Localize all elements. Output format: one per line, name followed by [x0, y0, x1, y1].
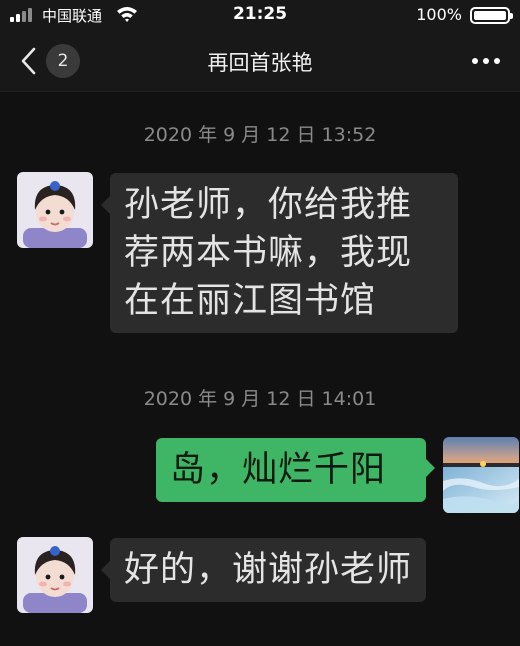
contact-avatar[interactable] [17, 172, 93, 248]
battery-percentage: 100% [416, 5, 462, 24]
message-timestamp: 2020 年 9 月 12 日 14:01 [143, 388, 377, 410]
sunset-landscape-icon [443, 437, 519, 513]
child-avatar-icon [17, 537, 93, 613]
child-avatar-icon [17, 172, 93, 248]
message-timestamp: 2020 年 9 月 12 日 13:52 [143, 124, 377, 146]
contact-avatar[interactable] [17, 537, 93, 613]
more-options-icon[interactable] [472, 50, 502, 70]
incoming-message-bubble[interactable]: 好的，谢谢孙老师 [100, 538, 427, 602]
battery-icon [470, 7, 513, 24]
incoming-message-bubble[interactable]: 孙老师，你给我推荐两本书嘛，我现在在丽江图书馆 [101, 173, 458, 333]
outgoing-message-bubble[interactable]: 岛，灿烂千阳 [156, 438, 435, 502]
status-bar: 中国联通 21:25 100% [0, 0, 520, 30]
chat-title: 再回首张艳 [207, 51, 313, 75]
chat-header: 2 再回首张艳 [0, 30, 520, 92]
my-avatar[interactable] [443, 437, 519, 513]
